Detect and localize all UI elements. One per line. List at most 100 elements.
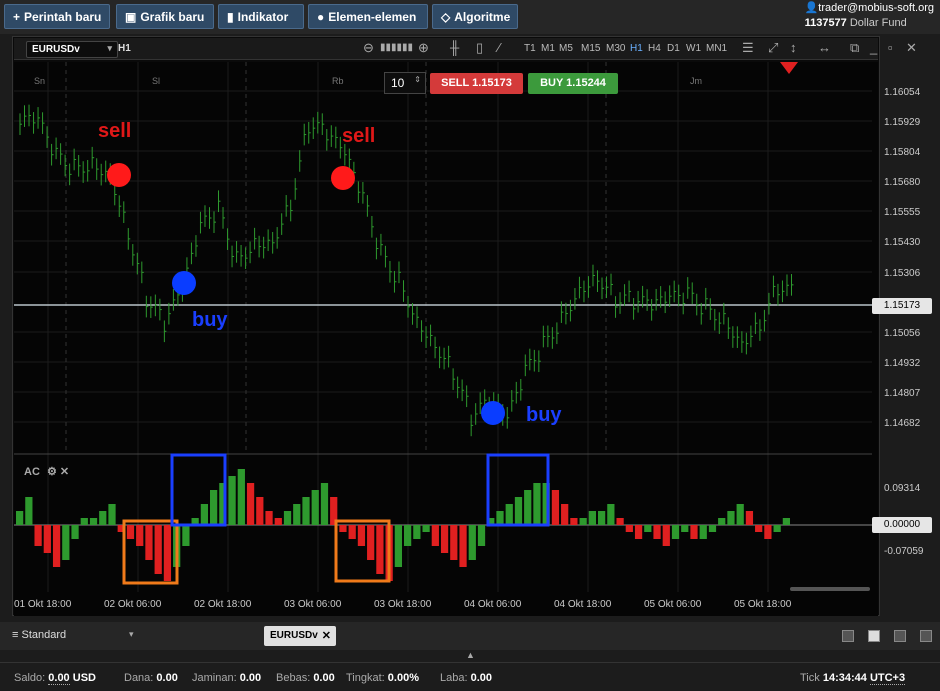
timeframe-m30[interactable]: M30 bbox=[606, 43, 625, 54]
maximize-icon[interactable]: ▫ bbox=[888, 40, 893, 55]
minimize-icon[interactable]: _ bbox=[870, 40, 877, 55]
chart-scrollbar[interactable] bbox=[790, 587, 870, 591]
indicator-bar bbox=[690, 525, 698, 539]
indicator-bar bbox=[265, 511, 273, 525]
candle-chart-icon[interactable]: ▯ bbox=[476, 40, 483, 56]
indicator-label: Indikator bbox=[237, 9, 289, 24]
indicator-bar bbox=[764, 525, 772, 539]
timeframe-m1[interactable]: M1 bbox=[541, 43, 555, 54]
price-chart[interactable] bbox=[14, 62, 878, 616]
layout-grid-icon[interactable] bbox=[868, 630, 880, 642]
indicator-bar bbox=[505, 504, 513, 525]
indicator-bar bbox=[533, 483, 541, 525]
plus-icon: + bbox=[13, 9, 21, 24]
bar-chart-icon[interactable]: ╫ bbox=[450, 40, 459, 55]
quantity-input[interactable]: 10 ⇕ bbox=[384, 72, 426, 94]
indicator-bar bbox=[736, 504, 744, 525]
indicator-bar bbox=[662, 525, 670, 546]
indicator-bar bbox=[52, 525, 61, 567]
chart-tab-label: EURUSDv bbox=[270, 630, 318, 641]
layout-single-icon[interactable] bbox=[842, 630, 854, 642]
indicator-bar bbox=[145, 525, 153, 560]
timeframe-h1[interactable]: H1 bbox=[630, 43, 643, 54]
zoom-in-icon[interactable]: ⊕ bbox=[418, 40, 429, 56]
time-tick: 04 Okt 18:00 bbox=[554, 599, 612, 610]
elements-icon: ● bbox=[317, 9, 325, 24]
horizontal-line-icon[interactable]: ↔ bbox=[818, 40, 831, 55]
timeframe-w1[interactable]: W1 bbox=[686, 43, 701, 54]
layout-select[interactable]: ≡ Standard ▾ bbox=[4, 624, 254, 648]
indicator-tick: -0.07059 bbox=[884, 546, 924, 557]
close-icon[interactable]: ✕ bbox=[906, 40, 917, 56]
timezone[interactable]: UTC+3 bbox=[869, 672, 906, 685]
algorithm-button[interactable]: ◇ Algoritme bbox=[432, 4, 518, 29]
chart-window-icon: ▣ bbox=[125, 9, 137, 24]
vertical-line-icon[interactable]: ↕ bbox=[790, 40, 797, 55]
indicator-bar bbox=[16, 511, 24, 525]
indicator-bar bbox=[782, 518, 790, 525]
draw-line-icon[interactable]: ⤢ bbox=[768, 40, 778, 56]
expand-panel-icon[interactable]: ▲ bbox=[466, 650, 475, 660]
new-order-button[interactable]: + Perintah baru bbox=[4, 4, 110, 29]
account-info[interactable]: 👤trader@mobius-soft.org 1137577 Dollar F… bbox=[805, 1, 934, 31]
time-tick: 04 Okt 06:00 bbox=[464, 599, 522, 610]
detach-icon[interactable]: ⧉ bbox=[850, 40, 859, 56]
indicator-bar bbox=[348, 525, 356, 539]
currency: USD bbox=[72, 672, 96, 684]
price-tick: 1.15929 bbox=[884, 117, 921, 128]
sell-button[interactable]: SELL 1.15173 bbox=[430, 73, 523, 94]
elements-label: Elemen-elemen bbox=[328, 9, 417, 24]
indicator-bar bbox=[422, 525, 430, 532]
indicator-bar bbox=[431, 525, 439, 546]
timeframe-h4[interactable]: H4 bbox=[648, 43, 661, 54]
indicator-bar bbox=[274, 518, 282, 525]
quantity-value: 10 bbox=[391, 76, 405, 90]
jaminan-label: Jaminan: bbox=[192, 672, 237, 684]
timeframe-mn1[interactable]: MN1 bbox=[706, 43, 727, 54]
layout-rows-icon[interactable] bbox=[920, 630, 932, 642]
indicator-bar bbox=[681, 525, 689, 532]
indicator-bar bbox=[634, 525, 643, 539]
buy-signal-dot bbox=[481, 401, 505, 425]
account-fund: Dollar Fund bbox=[849, 17, 907, 29]
indicator-bar bbox=[671, 525, 680, 539]
indicator-bar bbox=[34, 525, 42, 546]
close-tab-icon[interactable]: ✕ bbox=[322, 629, 331, 642]
zoom-slider[interactable]: ▮▮▮▮▮▮ bbox=[380, 42, 413, 53]
symbol-select[interactable]: EURUSDv ▾ bbox=[26, 41, 118, 58]
timeframe-t1[interactable]: T1 bbox=[524, 43, 536, 54]
elements-button[interactable]: ● Elemen-elemen bbox=[308, 4, 428, 29]
close-indicator-icon[interactable]: ✕ bbox=[60, 466, 69, 478]
timeframe-m5[interactable]: M5 bbox=[559, 43, 573, 54]
layout-value: Standard bbox=[21, 629, 67, 641]
price-tick: 1.15804 bbox=[884, 147, 921, 158]
tick-label: Tick bbox=[800, 672, 820, 684]
new-chart-button[interactable]: ▣ Grafik baru bbox=[116, 4, 214, 29]
gear-icon[interactable]: ⚙ bbox=[47, 466, 57, 478]
indicator-button[interactable]: ▮ Indikator bbox=[218, 4, 304, 29]
chevron-down-icon: ▾ bbox=[107, 43, 112, 53]
chart-tab[interactable]: EURUSDv ✕ bbox=[264, 626, 336, 646]
buy-button[interactable]: BUY 1.15244 bbox=[528, 73, 618, 94]
new-order-label: Perintah baru bbox=[24, 9, 102, 24]
indicator-bar bbox=[551, 490, 560, 525]
timeframe-d1[interactable]: D1 bbox=[667, 43, 680, 54]
indicator-bar bbox=[468, 525, 476, 560]
saldo-value: 0.00 bbox=[48, 672, 70, 685]
indicator-bar bbox=[108, 504, 116, 525]
day-label: Jm bbox=[690, 76, 702, 86]
indicator-bar bbox=[237, 469, 245, 525]
indicator-bar bbox=[99, 511, 107, 525]
price-tick: 1.14932 bbox=[884, 358, 921, 369]
indicator-bar bbox=[89, 518, 98, 525]
zoom-out-icon[interactable]: ⊖ bbox=[363, 40, 374, 56]
layout-columns-icon[interactable] bbox=[894, 630, 906, 642]
timeframe-m15[interactable]: M15 bbox=[581, 43, 600, 54]
indicator-bar bbox=[607, 504, 615, 525]
new-chart-label: Grafik baru bbox=[140, 9, 205, 24]
chart-type-icon[interactable]: ☰ bbox=[742, 40, 754, 56]
bebas-label: Bebas: bbox=[276, 672, 311, 684]
status-bar: Saldo: 0.00 USD Dana: 0.00 Jaminan: 0.00… bbox=[0, 662, 940, 691]
line-chart-icon[interactable]: ∕ bbox=[498, 40, 500, 55]
indicator-bar bbox=[154, 525, 162, 574]
